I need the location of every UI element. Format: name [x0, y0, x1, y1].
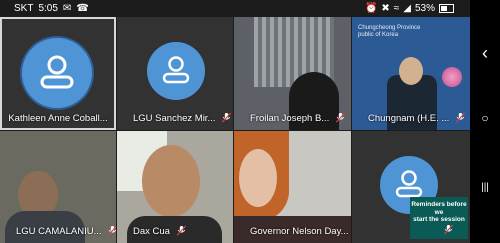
default-avatar-icon	[162, 56, 190, 84]
participant-name: Froilan Joseph B...	[250, 113, 330, 124]
status-bar: SKT 5:05 ✉ ☎ ⏰ ✖ ≈ ◢ 53%	[0, 0, 470, 17]
home-button[interactable]: ○	[470, 111, 500, 125]
video-grid: Kathleen Anne Coball... LGU Sanchez Mir.…	[0, 17, 470, 243]
recents-button[interactable]: |||	[470, 182, 500, 193]
default-avatar-icon	[40, 55, 74, 89]
muted-mic-icon	[176, 226, 186, 237]
participant-head	[239, 149, 277, 207]
participant-name: Governor Nelson Day...	[250, 226, 349, 237]
participant-row: LGU Sanchez Mir...	[117, 113, 233, 124]
participant-name: Kathleen Anne Coball...	[8, 113, 108, 124]
battery-fill	[441, 6, 447, 11]
participant-tile[interactable]: Kathleen Anne Coball...	[0, 17, 116, 130]
avatar	[22, 38, 92, 108]
flower-decoration	[442, 67, 462, 87]
participant-row: Governor Nelson Day...	[234, 226, 351, 237]
participant-head	[142, 145, 200, 217]
participant-row: Froilan Joseph B...	[234, 113, 351, 124]
overlay-line: start the session	[413, 216, 465, 223]
carrier-label: SKT	[14, 3, 34, 14]
muted-mic-icon	[222, 113, 232, 124]
participant-name: LGU Sanchez Mir...	[133, 113, 216, 124]
avatar	[147, 42, 205, 100]
participant-tile[interactable]: Reminders before we start the session	[352, 131, 470, 243]
battery-icon	[439, 4, 454, 13]
wifi-icon: ≈	[393, 3, 400, 14]
alarm-icon: ⏰	[364, 3, 378, 14]
muted-mic-icon	[455, 113, 465, 124]
muted-mic-icon	[335, 113, 345, 124]
clock: 5:05	[38, 3, 58, 14]
participant-tile[interactable]: Dax Cua	[117, 131, 233, 243]
participant-name: Dax Cua	[133, 226, 170, 237]
participant-head	[399, 57, 423, 85]
mute-icon: ✖	[381, 3, 390, 14]
participant-row: Dax Cua	[117, 226, 233, 237]
overlay-line: Reminders before we	[411, 201, 467, 216]
muted-mic-icon	[444, 225, 453, 235]
backdrop-banner: Chungcheong Province public of Korea	[358, 25, 421, 38]
phone-icon: ☎	[76, 3, 89, 14]
participant-tile[interactable]: Froilan Joseph B...	[234, 17, 351, 130]
participant-tile[interactable]: LGU Sanchez Mir...	[117, 17, 233, 130]
signal-icon: ◢	[403, 3, 411, 14]
back-button[interactable]: ‹	[470, 43, 500, 64]
participant-tile[interactable]: Chungcheong Province public of Korea Chu…	[352, 17, 470, 130]
participant-row: LGU CAMALANIU...	[0, 226, 116, 237]
message-icon: ✉	[62, 3, 72, 14]
muted-mic-icon	[108, 226, 116, 237]
participant-name: LGU CAMALANIU...	[16, 226, 102, 237]
participant-row: Chungnam (H.E. ...	[352, 113, 470, 124]
battery-percent: 53%	[414, 3, 435, 14]
participant-tile[interactable]: Governor Nelson Day...	[234, 131, 351, 243]
shared-screen-thumbnail: Reminders before we start the session	[410, 197, 468, 239]
android-nav-bar: ‹ ○ |||	[470, 0, 500, 243]
participant-tile[interactable]: LGU CAMALANIU...	[0, 131, 116, 243]
participant-name: Chungnam (H.E. ...	[368, 113, 450, 124]
